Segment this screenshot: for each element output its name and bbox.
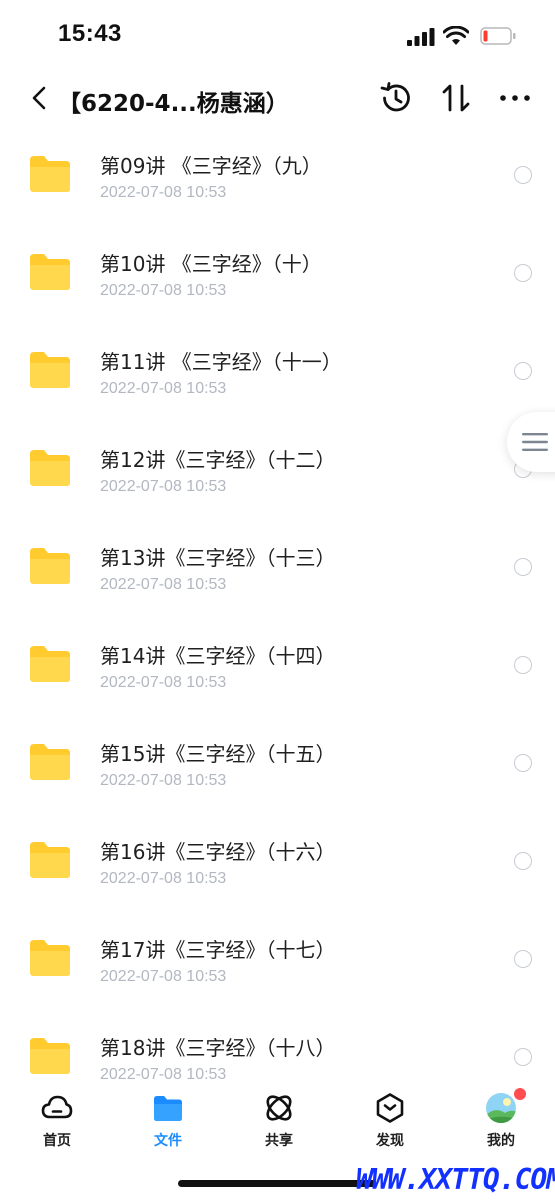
folder-icon <box>30 156 70 192</box>
file-name: 第14讲《三字经》（十四） <box>100 644 336 668</box>
file-row[interactable]: 第17讲《三字经》（十七） 2022-07-08 10:53 <box>0 912 555 1010</box>
select-radio[interactable] <box>514 166 532 184</box>
discover-icon <box>376 1093 404 1123</box>
folder-icon <box>30 940 70 976</box>
folder-icon <box>30 1038 70 1074</box>
folder-icon <box>30 352 70 388</box>
file-date: 2022-07-08 10:53 <box>100 576 227 593</box>
file-name: 第17讲《三字经》（十七） <box>100 938 336 962</box>
back-icon[interactable] <box>26 82 54 114</box>
file-list: 第09讲 《三字经》（九） 2022-07-08 10:53 第10讲 《三字经… <box>0 128 555 1086</box>
select-radio[interactable] <box>514 852 532 870</box>
folder-icon <box>30 646 70 682</box>
tab-label: 发现 <box>376 1133 404 1149</box>
file-row[interactable]: 第11讲 《三字经》（十一） 2022-07-08 10:53 <box>0 324 555 422</box>
sort-icon[interactable] <box>440 80 472 116</box>
file-name: 第12讲《三字经》（十二） <box>100 448 336 472</box>
history-icon[interactable] <box>378 80 414 116</box>
tab-label: 我的 <box>487 1133 515 1149</box>
file-name: 第15讲《三字经》（十五） <box>100 742 336 766</box>
file-row[interactable]: 第13讲《三字经》（十三） 2022-07-08 10:53 <box>0 520 555 618</box>
notification-badge <box>514 1088 526 1100</box>
tab-files[interactable]: 文件 <box>128 1092 208 1152</box>
file-date: 2022-07-08 10:53 <box>100 674 227 691</box>
file-row[interactable]: 第12讲《三字经》（十二） 2022-07-08 10:53 <box>0 422 555 520</box>
wifi-icon <box>443 26 469 45</box>
status-time: 15:43 <box>58 20 122 47</box>
folder-icon <box>30 254 70 290</box>
signal-icon <box>407 28 435 46</box>
tab-label: 首页 <box>43 1133 71 1149</box>
file-row[interactable]: 第10讲 《三字经》（十） 2022-07-08 10:53 <box>0 226 555 324</box>
file-date: 2022-07-08 10:53 <box>100 870 227 887</box>
select-radio[interactable] <box>514 656 532 674</box>
file-date: 2022-07-08 10:53 <box>100 772 227 789</box>
file-date: 2022-07-08 10:53 <box>100 968 227 985</box>
select-radio[interactable] <box>514 1048 532 1066</box>
file-name: 第16讲《三字经》（十六） <box>100 840 336 864</box>
tab-share[interactable]: 共享 <box>239 1092 319 1152</box>
tab-home[interactable]: 首页 <box>17 1092 97 1152</box>
tab-profile[interactable]: 我的 <box>461 1092 541 1152</box>
file-name: 第13讲《三字经》（十三） <box>100 546 336 570</box>
menu-icon <box>522 433 548 451</box>
file-row[interactable]: 第14讲《三字经》（十四） 2022-07-08 10:53 <box>0 618 555 716</box>
more-icon[interactable] <box>498 80 532 116</box>
tab-label: 文件 <box>154 1133 182 1149</box>
folder-icon <box>154 1096 182 1121</box>
file-date: 2022-07-08 10:53 <box>100 478 227 495</box>
file-date: 2022-07-08 10:53 <box>100 184 227 201</box>
file-row[interactable]: 第09讲 《三字经》（九） 2022-07-08 10:53 <box>0 128 555 226</box>
cloud-icon <box>41 1095 73 1119</box>
tab-label: 共享 <box>265 1133 293 1149</box>
file-row[interactable]: 第18讲《三字经》（十八） 2022-07-08 10:53 <box>0 1010 555 1086</box>
file-date: 2022-07-08 10:53 <box>100 380 227 397</box>
file-name: 第11讲 《三字经》（十一） <box>100 350 342 374</box>
file-name: 第10讲 《三字经》（十） <box>100 252 322 276</box>
battery-icon <box>480 27 516 45</box>
home-indicator <box>178 1180 376 1187</box>
page-title: 【6220-4...杨惠涵） <box>58 91 289 117</box>
select-radio[interactable] <box>514 362 532 380</box>
select-radio[interactable] <box>514 558 532 576</box>
tab-discover[interactable]: 发现 <box>350 1092 430 1152</box>
folder-icon <box>30 450 70 486</box>
file-date: 2022-07-08 10:53 <box>100 1066 227 1083</box>
select-radio[interactable] <box>514 754 532 772</box>
avatar <box>486 1093 516 1123</box>
folder-icon <box>30 842 70 878</box>
folder-icon <box>30 744 70 780</box>
file-date: 2022-07-08 10:53 <box>100 282 227 299</box>
select-radio[interactable] <box>514 264 532 282</box>
file-row[interactable]: 第15讲《三字经》（十五） 2022-07-08 10:53 <box>0 716 555 814</box>
nav-bar: 【6220-4...杨惠涵） <box>0 72 555 128</box>
select-radio[interactable] <box>514 950 532 968</box>
orbit-icon <box>266 1095 292 1121</box>
watermark: WWW.XXTTQ.COM <box>356 1163 555 1196</box>
file-row[interactable]: 第16讲《三字经》（十六） 2022-07-08 10:53 <box>0 814 555 912</box>
status-bar: 15:43 <box>0 0 555 70</box>
file-name: 第09讲 《三字经》（九） <box>100 154 322 178</box>
folder-icon <box>30 548 70 584</box>
file-name: 第18讲《三字经》（十八） <box>100 1036 336 1060</box>
